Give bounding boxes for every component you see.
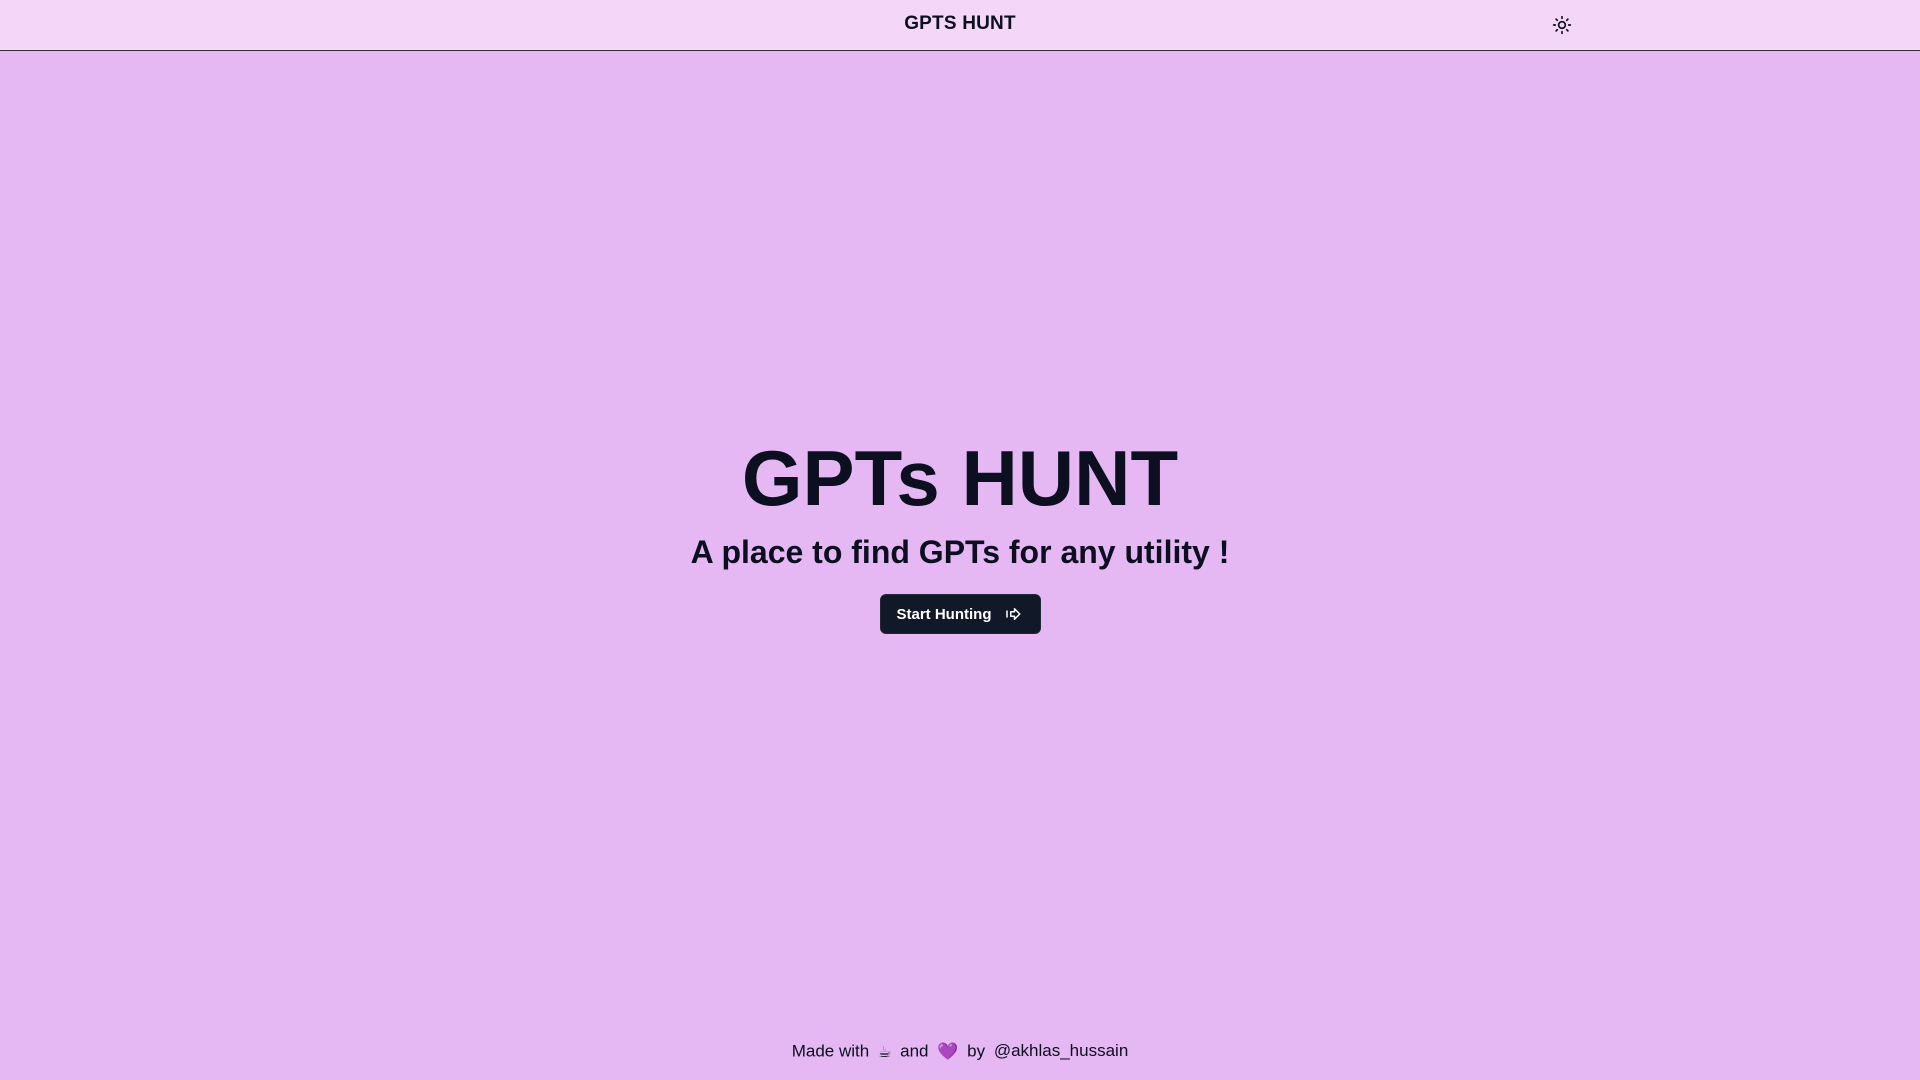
- sun-icon: [1552, 15, 1572, 35]
- coffee-icon: ☕: [877, 1043, 892, 1061]
- navbar: GPTS HUNT: [0, 0, 1920, 51]
- footer-and: and: [900, 1041, 929, 1061]
- footer: Made with ☕ and 💜 by @akhlas_hussain: [0, 1041, 1920, 1062]
- start-hunting-button[interactable]: Start Hunting: [879, 594, 1041, 634]
- hero-section: GPTs HUNT A place to find GPTs for any u…: [0, 432, 1920, 634]
- theme-toggle-button[interactable]: [1548, 11, 1576, 39]
- heart-icon: 💜: [937, 1041, 959, 1061]
- footer-by: by: [967, 1041, 986, 1061]
- hero-title: GPTs HUNT: [741, 434, 1179, 522]
- cta-wrapper: Start Hunting: [0, 594, 1920, 634]
- arrow-right-icon: [1004, 605, 1022, 623]
- author-handle-link[interactable]: @akhlas_hussain: [994, 1041, 1128, 1060]
- brand-title[interactable]: GPTS HUNT: [0, 13, 1920, 35]
- start-hunting-label: Start Hunting: [896, 605, 992, 623]
- hero-subtitle: A place to find GPTs for any utility !: [690, 534, 1230, 570]
- footer-made-with: Made with: [791, 1041, 870, 1061]
